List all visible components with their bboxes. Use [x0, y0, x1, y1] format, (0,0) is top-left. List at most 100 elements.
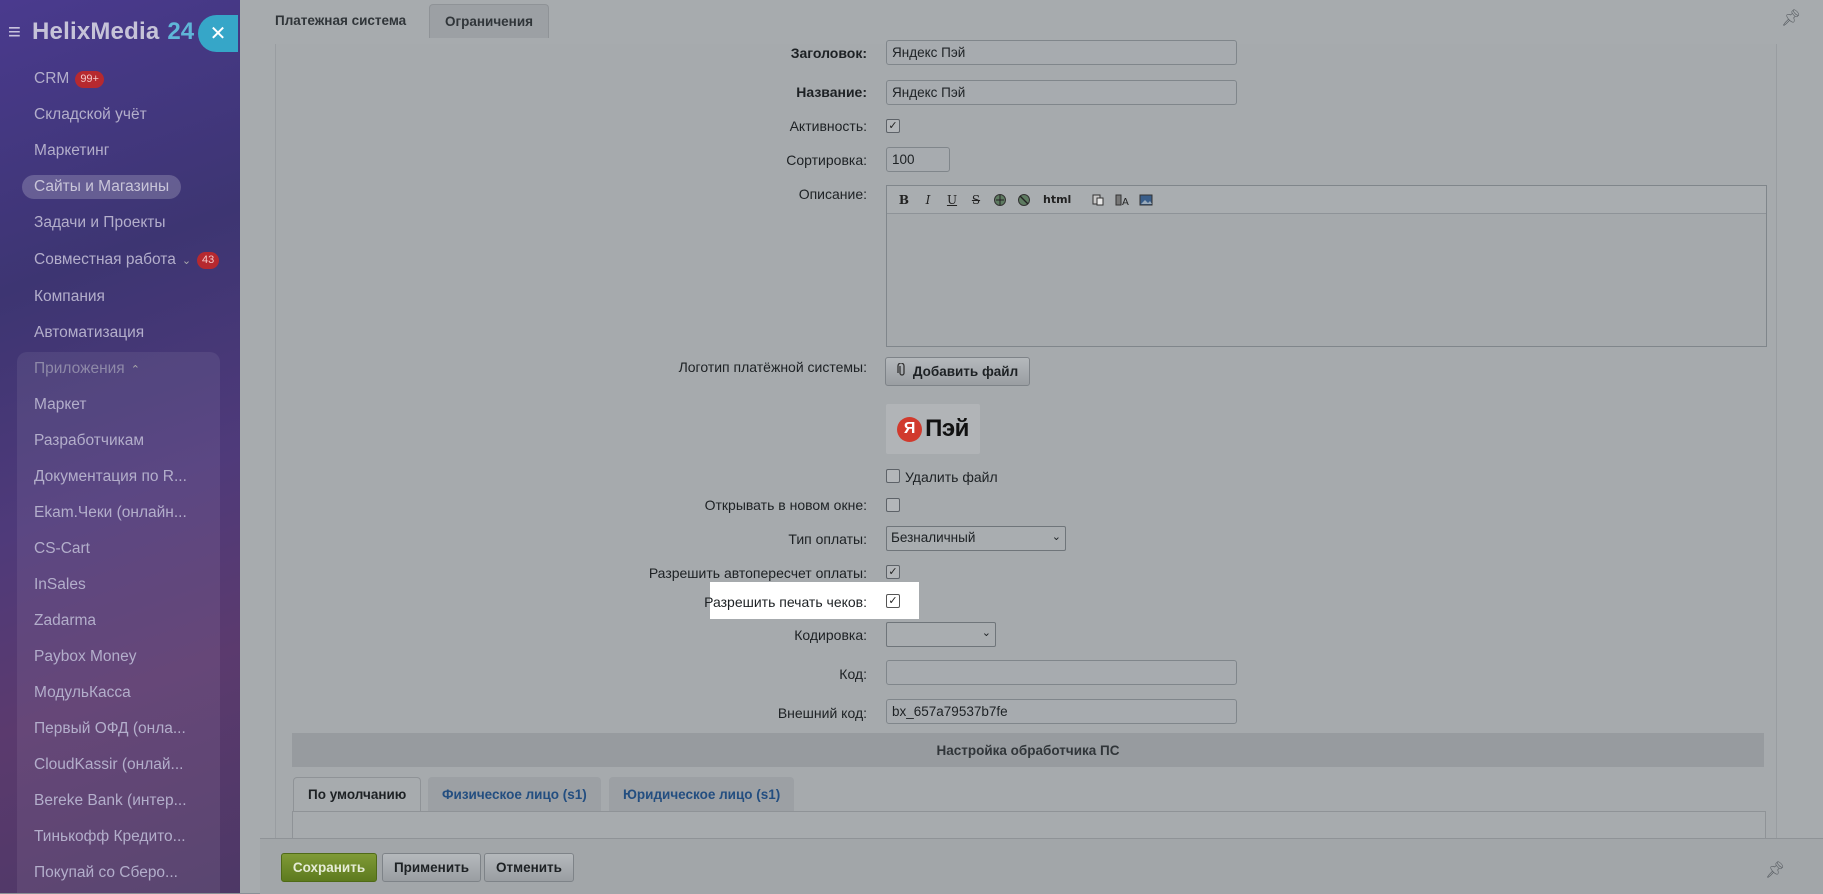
tab-bar: Платежная система Ограничения [260, 0, 1823, 38]
pin-icon[interactable]: 📌︎ [1765, 860, 1785, 880]
sidebar-item-crm[interactable]: CRM 99+ [34, 67, 104, 91]
sidebar-item-paybox[interactable]: Paybox Money [34, 645, 137, 669]
payment-logo-image: Я Пэй [886, 404, 980, 454]
link-icon[interactable] [991, 191, 1009, 209]
sidebar-item-first-ofd[interactable]: Первый ОФД (онла... [34, 717, 186, 741]
sidebar-item-tasks[interactable]: Задачи и Проекты [34, 211, 166, 235]
header-label: Заголовок: [790, 45, 867, 61]
tab-default[interactable]: По умолчанию [293, 777, 422, 811]
code-label: Код: [839, 666, 867, 682]
add-file-label: Добавить файл [912, 364, 1019, 379]
sidebar-item-label: CS-Cart [34, 540, 90, 557]
underline-button[interactable]: U [943, 191, 961, 209]
sidebar-item-label: Маркетинг [34, 142, 110, 159]
paste-icon[interactable] [1089, 191, 1107, 209]
strike-button[interactable]: S [967, 191, 985, 209]
logo-row: ≡ HelixMedia 24 [8, 14, 194, 50]
editor-toolbar: B I U S html A [887, 186, 1766, 214]
sidebar-item-developers[interactable]: Разработчикам [34, 429, 144, 453]
form-panel [275, 44, 1777, 844]
chevron-down-icon: ⌄ [1051, 531, 1061, 543]
brand-name: HelixMedia [32, 18, 160, 45]
new-window-label: Открывать в новом окне: [704, 497, 867, 513]
sidebar-item-market[interactable]: Маркет [34, 393, 87, 417]
external-code-input[interactable]: bx_657a79537b7fe [886, 699, 1237, 724]
menu-icon[interactable]: ≡ [8, 19, 32, 45]
logo-wordmark: Пэй [925, 415, 969, 442]
sidebar-item-tinkoff[interactable]: Тинькофф Кредито... [34, 825, 186, 849]
save-button[interactable]: Сохранить [281, 853, 377, 882]
sidebar-item-label: Тинькофф Кредито... [34, 828, 186, 845]
sidebar-item-label: CloudKassir (онлай... [34, 756, 184, 773]
sidebar-item-bereke[interactable]: Bereke Bank (интер... [34, 789, 187, 813]
delete-file-checkbox[interactable] [886, 469, 900, 483]
sidebar-item-warehouse[interactable]: Складской учёт [34, 103, 147, 127]
sidebar-item-apps[interactable]: Приложения ⌃ [34, 357, 140, 381]
sidebar-item-ekam[interactable]: Ekam.Чеки (онлайн... [34, 501, 187, 525]
sidebar-item-zadarma[interactable]: Zadarma [34, 609, 96, 633]
sidebar-item-label: Paybox Money [34, 648, 137, 665]
external-code-label: Внешний код: [777, 705, 867, 721]
sidebar-item-cloudkassir[interactable]: CloudKassir (онлай... [34, 753, 183, 777]
italic-button[interactable]: I [919, 191, 937, 209]
sidebar-item-insales[interactable]: InSales [34, 573, 86, 597]
tab-payment-system[interactable]: Платежная система [260, 4, 422, 37]
sidebar: ≡ HelixMedia 24 ✕ CRM 99+ Складской учёт … [0, 0, 240, 893]
cancel-button[interactable]: Отменить [484, 853, 574, 882]
brand-number: 24 [167, 18, 195, 45]
svg-text:A: A [1122, 197, 1129, 207]
close-sidebar-button[interactable]: ✕ [198, 15, 238, 52]
header-input[interactable]: Яндекс Пэй [886, 40, 1237, 65]
pin-icon[interactable]: 📌︎ [1781, 8, 1801, 28]
sidebar-item-label: Маркет [34, 396, 87, 413]
tab-physical-person[interactable]: Физическое лицо (s1) [428, 777, 601, 811]
sidebar-item-modulkassa[interactable]: МодульКасса [34, 681, 131, 705]
code-input[interactable] [886, 660, 1237, 685]
image-icon[interactable] [1137, 191, 1155, 209]
sidebar-item-company[interactable]: Компания [34, 285, 105, 309]
chevron-up-icon: ⌃ [130, 363, 140, 376]
html-mode-button[interactable]: html [1039, 191, 1075, 209]
sidebar-item-label: Совместная работа [34, 251, 176, 268]
description-label: Описание: [798, 186, 867, 202]
sidebar-item-label: InSales [34, 576, 86, 593]
add-file-button[interactable]: Добавить файл [885, 357, 1030, 386]
sidebar-item-sber[interactable]: Покупай со Сберо... [34, 861, 178, 885]
name-input[interactable]: Яндекс Пэй [886, 80, 1237, 105]
encoding-label: Кодировка: [794, 627, 867, 643]
auto-recalc-checkbox[interactable]: ✓ [886, 565, 900, 579]
sort-input[interactable]: 100 [886, 147, 950, 172]
sidebar-item-label: Ekam.Чеки (онлайн... [34, 504, 187, 521]
sidebar-item-sites-shops[interactable]: Сайты и Магазины [22, 175, 182, 199]
tab-limits[interactable]: Ограничения [429, 4, 550, 38]
active-checkbox[interactable]: ✓ [886, 119, 900, 133]
print-checks-label: Разрешить печать чеков: [704, 594, 867, 610]
sidebar-item-cscart[interactable]: CS-Cart [34, 537, 90, 561]
name-label: Название: [796, 84, 867, 100]
collab-badge: 43 [197, 251, 220, 269]
unlink-icon[interactable] [1015, 191, 1033, 209]
pay-type-select[interactable]: Безналичный ⌄ [886, 526, 1066, 551]
sidebar-item-collab[interactable]: Совместная работа ⌄ 43 [34, 248, 220, 272]
sidebar-item-automation[interactable]: Автоматизация [34, 321, 144, 345]
bold-button[interactable]: B [895, 191, 913, 209]
sidebar-item-label: Компания [34, 288, 105, 305]
sidebar-item-label: Сайты и Магазины [34, 178, 170, 195]
chevron-down-icon: ⌄ [981, 627, 991, 639]
sidebar-item-label: Задачи и Проекты [34, 214, 166, 231]
pay-type-value: Безналичный [891, 530, 976, 545]
sidebar-item-marketing[interactable]: Маркетинг [34, 139, 109, 163]
print-checks-checkbox[interactable]: ✓ [886, 594, 900, 608]
tab-legal-entity[interactable]: Юридическое лицо (s1) [609, 777, 795, 811]
font-style-icon[interactable]: A [1113, 191, 1131, 209]
auto-recalc-label: Разрешить автопересчет оплаты: [648, 565, 867, 581]
sidebar-item-docs[interactable]: Документация по R... [34, 465, 187, 489]
sidebar-item-label: Складской учёт [34, 106, 147, 123]
sort-label: Сортировка: [786, 152, 867, 168]
description-editor[interactable]: B I U S html A [886, 185, 1767, 347]
encoding-select[interactable]: ⌄ [886, 622, 996, 647]
new-window-checkbox[interactable] [886, 498, 900, 512]
active-label: Активность: [789, 118, 867, 134]
logo-label: Логотип платёжной системы: [678, 359, 867, 375]
apply-button[interactable]: Применить [382, 853, 481, 882]
